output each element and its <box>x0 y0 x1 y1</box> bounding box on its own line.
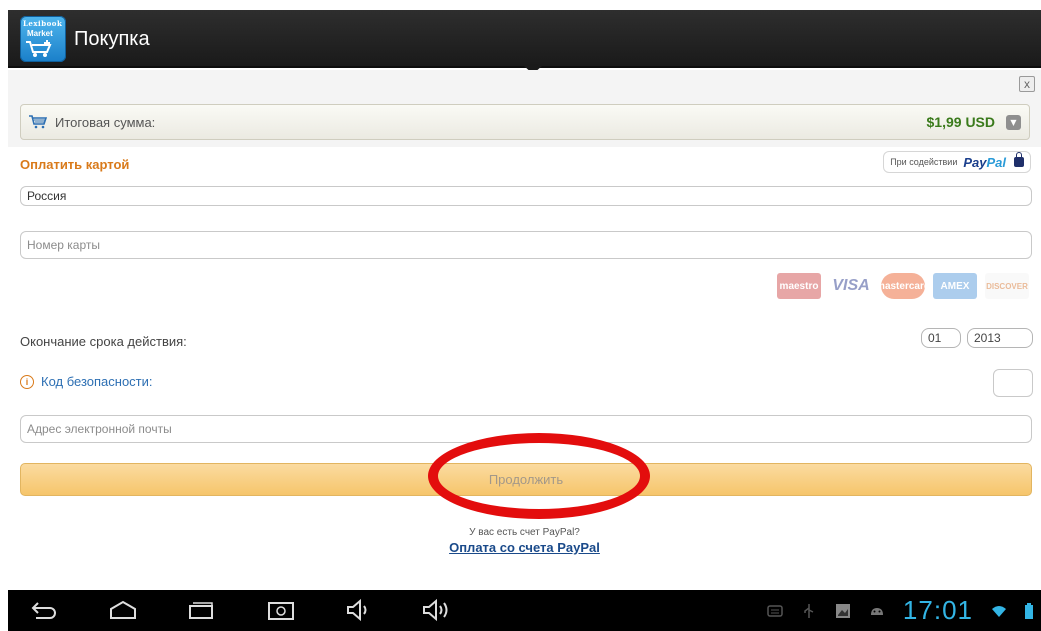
expiry-label: Окончание срока действия: <box>20 334 187 349</box>
powered-by-text: При содействии <box>890 157 958 167</box>
order-summary-bar[interactable]: Итоговая сумма: $1,99 USD ▼ <box>20 104 1030 140</box>
volume-up-icon[interactable] <box>422 596 452 624</box>
gallery-icon <box>835 603 850 618</box>
logo-sub-text: Market <box>27 29 53 38</box>
pay-with-paypal-link[interactable]: Оплата со счета PayPal <box>449 540 600 555</box>
discover-logo-icon: DISCOVER <box>985 273 1029 299</box>
paypal-badge: При содействии PayPal <box>883 151 1031 173</box>
total-label: Итоговая сумма: <box>55 115 156 130</box>
close-button[interactable]: x <box>1019 76 1035 92</box>
system-navigation-bar: 17:01 <box>8 590 1041 631</box>
visa-logo-icon: VISA <box>829 273 873 299</box>
battery-icon <box>1025 602 1033 619</box>
page-title: Покупка <box>74 28 150 50</box>
paypal-logo: PayPal <box>963 155 1006 170</box>
card-brand-logos: maestro VISA mastercard AMEX DISCOVER <box>777 273 1029 299</box>
android-debug-icon <box>870 607 883 615</box>
country-select[interactable]: Россия <box>20 186 1032 206</box>
screen-border <box>0 0 8 631</box>
app-logo-icon: Lexibook Market <box>20 16 66 62</box>
email-input[interactable]: Адрес электронной почты <box>20 415 1032 443</box>
cart-icon <box>29 115 47 129</box>
action-bar: Lexibook Market Покупка <box>8 10 1041 68</box>
keyboard-icon <box>767 604 783 617</box>
paypal-logo-part-a: Pay <box>963 154 987 170</box>
security-code-input[interactable] <box>993 369 1033 397</box>
card-payment-panel: Оплатить картой При содействии PayPal Ро… <box>8 147 1041 590</box>
wifi-icon <box>992 605 1006 617</box>
purchase-dialog: x Итоговая сумма: $1,99 USD ▼ Оплатить к… <box>8 70 1041 590</box>
clock: 17:01 <box>902 595 973 625</box>
screenshot-icon[interactable] <box>266 596 296 624</box>
card-number-input[interactable]: Номер карты <box>20 231 1032 259</box>
paypal-logo-part-b: Pal <box>986 154 1006 170</box>
info-icon[interactable]: i <box>20 375 34 389</box>
home-icon[interactable] <box>108 596 138 624</box>
cart-logo-icon <box>26 40 52 57</box>
expiry-month-select[interactable]: 01 <box>921 328 961 348</box>
usb-icon <box>804 603 814 618</box>
back-icon[interactable] <box>28 596 58 624</box>
logo-brand-text: Lexibook <box>23 19 63 28</box>
status-area[interactable]: 17:01 <box>767 590 1041 631</box>
chevron-down-icon[interactable]: ▼ <box>1006 115 1021 130</box>
security-code-label[interactable]: Код безопасности: <box>41 374 153 389</box>
volume-down-icon[interactable] <box>344 596 374 624</box>
pay-by-card-heading: Оплатить картой <box>20 157 130 172</box>
maestro-logo-icon: maestro <box>777 273 821 299</box>
expiry-year-select[interactable]: 2013 <box>967 328 1033 348</box>
continue-button[interactable]: Продолжить <box>20 463 1032 496</box>
total-amount: $1,99 USD <box>926 114 995 130</box>
mastercard-logo-icon: mastercard <box>876 273 930 299</box>
paypal-account-question: У вас есть счет PayPal? <box>469 527 580 538</box>
amex-logo-icon: AMEX <box>933 273 977 299</box>
paypal-login-link-row: Оплата со счета PayPal <box>8 540 1041 555</box>
lock-icon <box>1014 152 1024 167</box>
recent-apps-icon[interactable] <box>186 596 216 624</box>
